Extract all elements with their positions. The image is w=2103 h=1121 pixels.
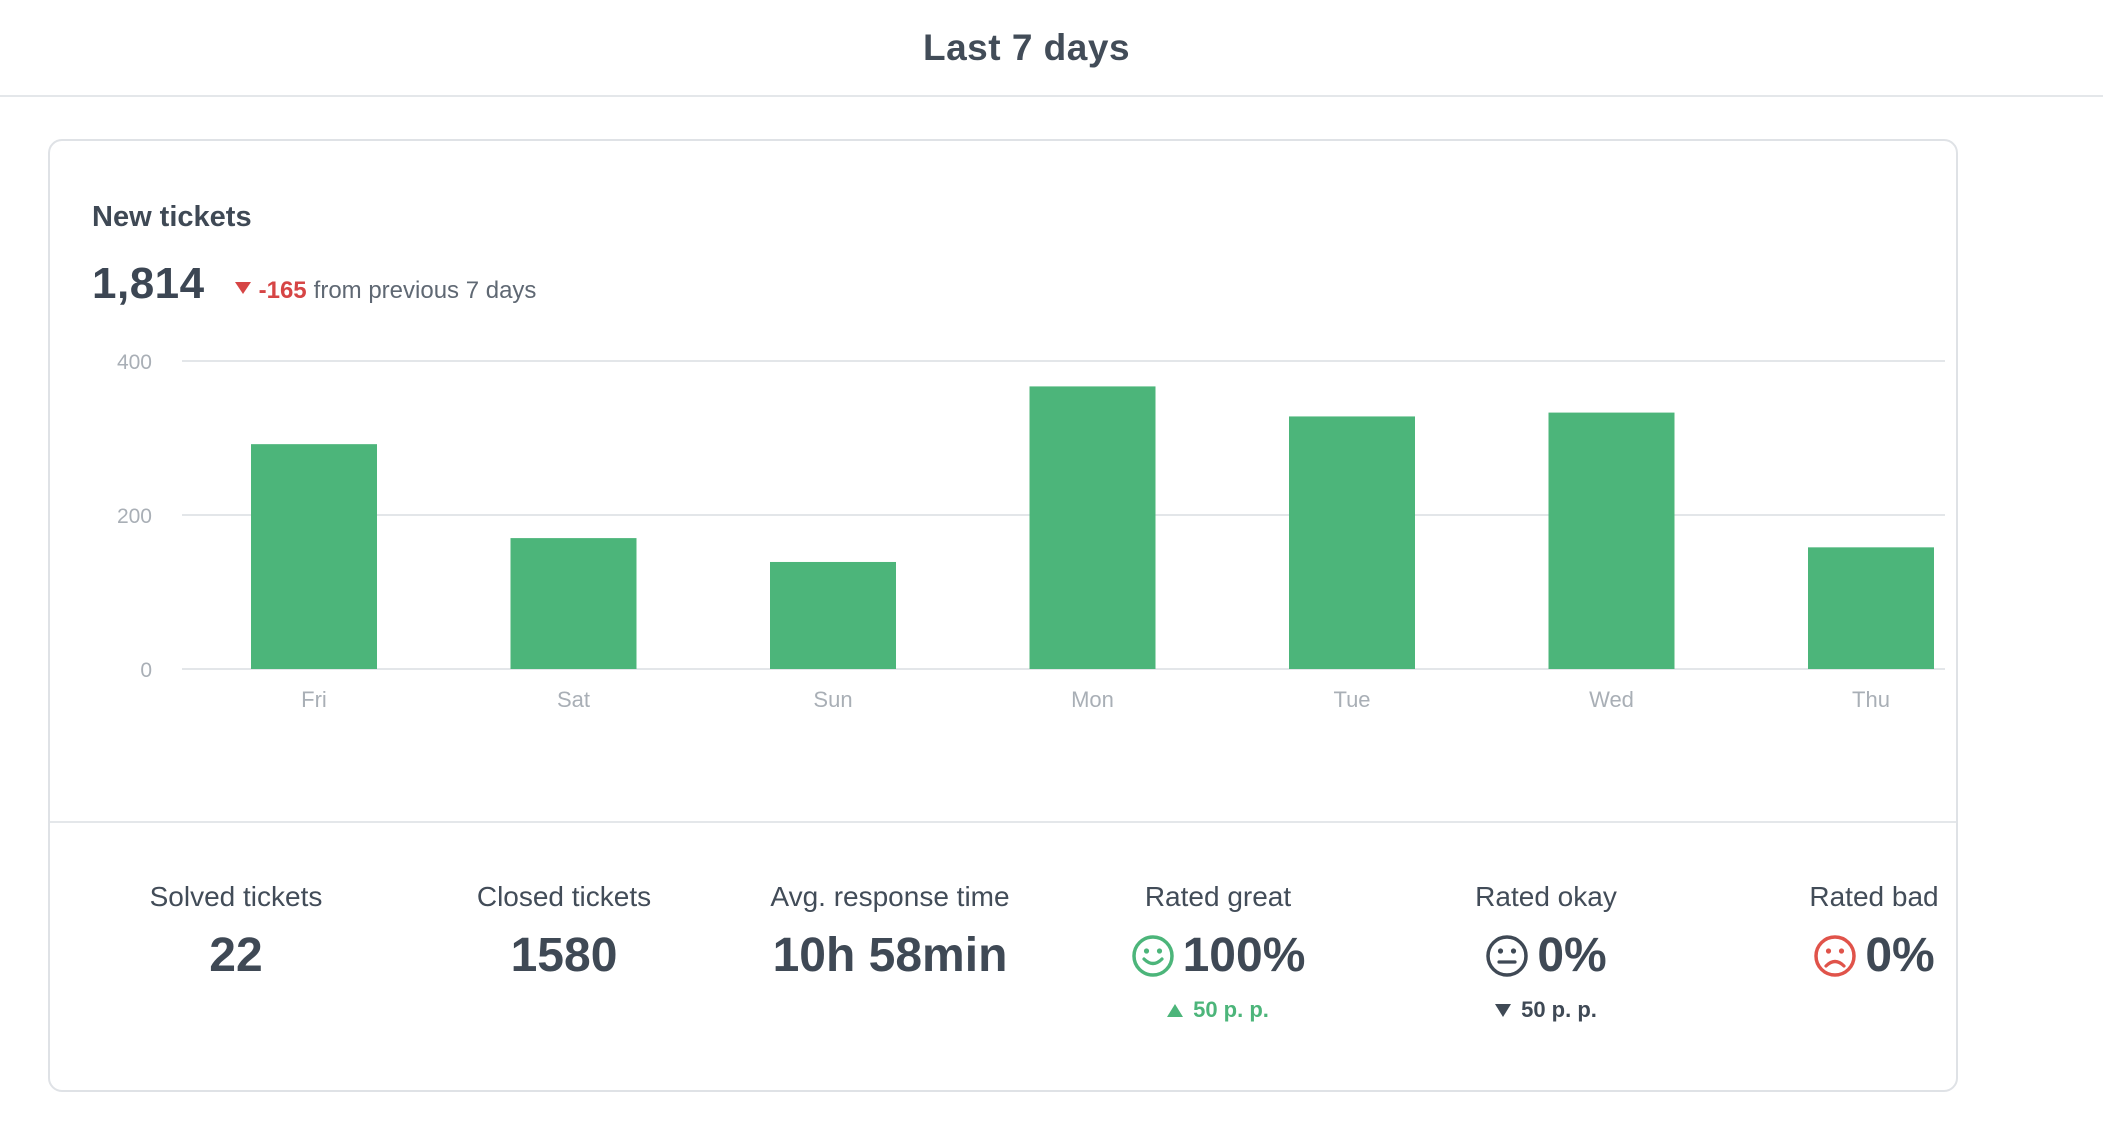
- bar-sun[interactable]: [770, 561, 896, 669]
- page-header: Last 7 days: [0, 0, 2103, 97]
- rated-great-value: 100%: [1182, 929, 1306, 982]
- bar-tue[interactable]: [1289, 416, 1415, 669]
- stat-label: Rated great: [1144, 881, 1292, 912]
- smile-icon: [1131, 934, 1174, 977]
- stat-label: Avg. response time: [770, 881, 1010, 912]
- rated-okay-value: 0%: [1537, 929, 1607, 982]
- stat-value: 10h 58min: [725, 928, 1055, 983]
- stat-value: 1580: [399, 928, 729, 983]
- rated-great-change: 50 p. p.: [1053, 997, 1383, 1023]
- bar-wed[interactable]: [1548, 412, 1675, 669]
- down-arrow-icon: [1495, 1003, 1512, 1017]
- bar-chart: 0 200 400 Fri Sat Sun Mon Tue Wed Thu: [117, 351, 1945, 712]
- y-tick-label: 400: [117, 351, 152, 374]
- x-tick-label: Sun: [813, 687, 852, 712]
- stat-label: Closed tickets: [476, 881, 652, 912]
- bar-fri[interactable]: [251, 444, 377, 669]
- stat-value: 100%: [1053, 928, 1383, 983]
- change-value: 50 p. p.: [1521, 997, 1597, 1022]
- stat-value: 0%: [1709, 928, 2039, 983]
- change-value: 50 p. p.: [1193, 997, 1269, 1022]
- stat-label: Rated bad: [1809, 881, 1939, 912]
- rated-okay-change: 50 p. p.: [1381, 997, 1711, 1023]
- stat-rated-great: Rated great 100% 50 p. p.: [1053, 881, 1383, 1023]
- stat-rated-okay: Rated okay 0% 50 p. p.: [1381, 881, 1711, 1023]
- page-title: Last 7 days: [922, 26, 1131, 68]
- stat-value: 22: [71, 928, 401, 983]
- x-tick-label: Fri: [301, 687, 327, 712]
- new-tickets-card: New tickets 1,814 -165 from previous 7 d…: [48, 139, 1958, 1092]
- solved-tickets-value: 22: [209, 929, 263, 982]
- x-tick-label: Tue: [1333, 687, 1370, 712]
- bar-sat[interactable]: [510, 538, 637, 669]
- stat-value: 0%: [1381, 928, 1711, 983]
- closed-tickets-value: 1580: [510, 929, 618, 982]
- stat-avg-response-time: Avg. response time 10h 58min: [725, 881, 1055, 983]
- y-tick-label: 200: [117, 505, 152, 528]
- stat-closed-tickets: Closed tickets 1580: [399, 881, 729, 983]
- neutral-face-icon: [1486, 934, 1529, 977]
- y-tick-label: 0: [140, 659, 152, 682]
- bar-mon[interactable]: [1029, 386, 1156, 669]
- x-tick-label: Wed: [1589, 687, 1634, 712]
- stat-label: Rated okay: [1475, 881, 1617, 912]
- card-divider: [50, 821, 1956, 823]
- avg-response-value: 10h 58min: [772, 929, 1008, 982]
- stat-rated-bad: Rated bad 0%: [1709, 881, 2039, 983]
- rated-bad-value: 0%: [1865, 929, 1935, 982]
- stat-solved-tickets: Solved tickets 22: [71, 881, 401, 983]
- x-tick-label: Mon: [1071, 687, 1114, 712]
- stats-row: Solved tickets 22 Closed tickets 1580 Av…: [50, 881, 1956, 1061]
- bar-thu[interactable]: [1808, 547, 1934, 669]
- up-arrow-icon: [1167, 1003, 1184, 1017]
- x-tick-label: Sat: [557, 687, 590, 712]
- x-tick-label: Thu: [1852, 687, 1890, 712]
- stat-label: Solved tickets: [149, 881, 323, 912]
- frown-icon: [1814, 934, 1857, 977]
